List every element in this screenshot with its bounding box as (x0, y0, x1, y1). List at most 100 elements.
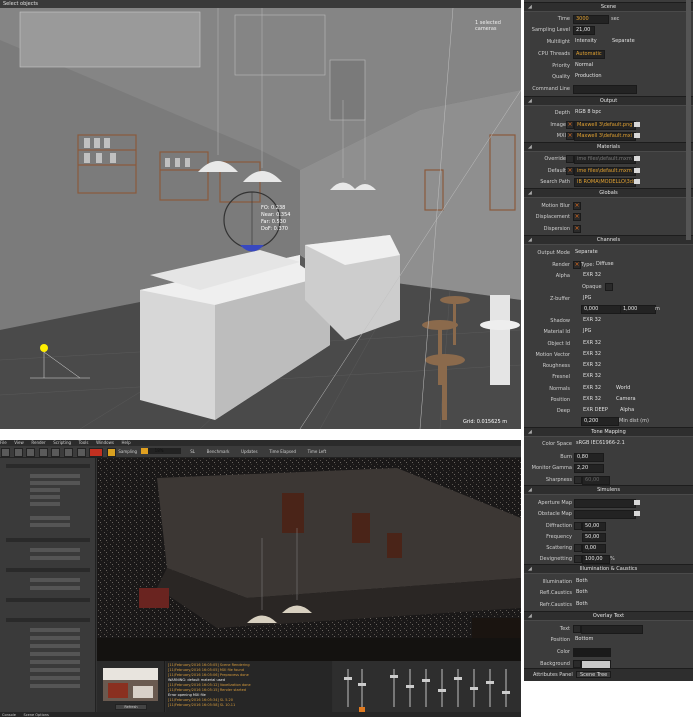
section-simulens[interactable]: ◢ Simulens (524, 485, 693, 495)
option-field[interactable] (30, 668, 80, 672)
default-material-checkbox[interactable]: × (566, 167, 574, 175)
open-icon[interactable] (1, 448, 10, 457)
alpha-format-dropdown[interactable]: EXR 32 (581, 272, 601, 279)
search-path-input[interactable]: IB ROMA\MODELLO\3ds\ (574, 178, 636, 187)
position-format-dropdown[interactable]: EXR 32 (581, 396, 601, 403)
stop-icon[interactable] (51, 448, 61, 457)
deep-format-dropdown[interactable]: EXR DEEP (581, 407, 608, 414)
displacement-checkbox[interactable]: × (573, 213, 581, 221)
option-field[interactable] (30, 644, 80, 648)
fire-icon[interactable] (63, 448, 73, 457)
image-enable-checkbox[interactable]: × (566, 121, 574, 129)
override-checkbox[interactable] (566, 155, 574, 163)
color-space-dropdown[interactable]: sRGB IEC61966-2.1 (574, 440, 625, 447)
depth-dropdown[interactable]: RGB 8 bpc (573, 109, 601, 116)
render-icon[interactable] (26, 448, 36, 457)
sharpness-input[interactable]: 60,00 (582, 476, 610, 485)
opaque-checkbox[interactable] (605, 283, 613, 291)
material-id-format-dropdown[interactable]: JPG (581, 328, 591, 335)
dispersion-checkbox[interactable]: × (573, 225, 581, 233)
cpu-threads-input[interactable]: Automatic (573, 50, 605, 59)
image-path-input[interactable]: Maxwell 3\default.png (574, 121, 636, 130)
menu-file[interactable]: File (0, 440, 7, 445)
priority-dropdown[interactable]: Normal (573, 62, 593, 69)
object-id-format-dropdown[interactable]: EXR 32 (581, 340, 601, 347)
frequency-input[interactable]: 50,00 (582, 533, 606, 542)
section-overlay-text[interactable]: ◢ Overlay Text (524, 611, 693, 621)
deep-mode-dropdown[interactable]: Alpha (618, 407, 634, 414)
option-field[interactable] (30, 556, 80, 560)
overlay-color-swatch[interactable] (573, 648, 611, 657)
stop-render-button[interactable] (89, 448, 104, 457)
overlay-text-input[interactable] (581, 625, 643, 634)
tab-scene-options[interactable]: Scene Options (24, 713, 49, 717)
option-field[interactable] (30, 516, 70, 520)
sampling-level-input[interactable]: 21,00 (573, 26, 595, 35)
attributes-panel-tab[interactable]: Attributes Panel (533, 672, 573, 678)
zbuffer-min-input[interactable]: 0,000 (581, 305, 621, 314)
folder-icon[interactable] (634, 122, 640, 127)
viewport-3d[interactable]: Select objects 1 selected cameras FO: 0.… (0, 0, 521, 429)
menu-view[interactable]: View (14, 440, 24, 445)
option-field[interactable] (30, 474, 80, 478)
refr-caustics-dropdown[interactable]: Both (574, 601, 588, 608)
monitor-gamma-input[interactable]: 2,20 (574, 464, 604, 473)
devignetting-input[interactable]: 100,00 (582, 555, 610, 564)
option-field[interactable] (30, 652, 80, 656)
option-field[interactable] (30, 586, 80, 590)
option-field[interactable] (30, 548, 80, 552)
option-field[interactable] (30, 578, 80, 582)
scattering-input[interactable]: 0,00 (582, 544, 606, 553)
zbuffer-format-dropdown[interactable]: JPG (581, 295, 591, 302)
render-type-dropdown[interactable]: Diffuse (594, 261, 614, 268)
diffraction-checkbox[interactable] (574, 522, 582, 530)
scattering-checkbox[interactable] (574, 544, 582, 552)
save-icon[interactable] (13, 448, 23, 457)
option-field[interactable] (30, 523, 70, 527)
position-space-dropdown[interactable]: Camera (614, 396, 636, 403)
menu-windows[interactable]: Windows (96, 440, 114, 445)
override-path-input[interactable]: ime files\default.mxm (574, 155, 636, 164)
sharpness-checkbox[interactable] (574, 476, 582, 484)
zbuffer-max-input[interactable]: 1,000 (620, 305, 656, 314)
option-field[interactable] (30, 481, 80, 485)
folder-icon[interactable] (634, 133, 640, 138)
section-globals[interactable]: ◢ Globals (524, 188, 693, 198)
multilight-output-dropdown[interactable]: Separate (610, 38, 635, 45)
section-channels[interactable]: ◢ Channels (524, 235, 693, 245)
tab-console[interactable]: Console (2, 713, 16, 717)
section-scene[interactable]: ◢ Scene (524, 2, 693, 12)
normals-space-dropdown[interactable]: World (614, 385, 630, 392)
menu-render[interactable]: Render (31, 440, 45, 445)
option-field[interactable] (30, 495, 60, 499)
obstacle-map-input[interactable] (574, 510, 636, 519)
illumination-dropdown[interactable]: Both (574, 578, 588, 585)
folder-icon[interactable] (634, 168, 640, 173)
menu-help[interactable]: Help (122, 440, 131, 445)
diffraction-input[interactable]: 50,00 (582, 522, 606, 531)
folder-icon[interactable] (634, 156, 640, 161)
output-mode-dropdown[interactable]: Separate (573, 249, 598, 256)
section-tone-mapping[interactable]: ◢ Tone Mapping (524, 427, 693, 437)
motion-blur-checkbox[interactable]: × (573, 202, 581, 210)
menu-scripting[interactable]: Scripting (53, 440, 71, 445)
mxi-enable-checkbox[interactable]: × (566, 132, 574, 140)
overlay-position-dropdown[interactable]: Bottom (573, 636, 593, 643)
option-field[interactable] (30, 660, 80, 664)
quality-dropdown[interactable]: Production (573, 73, 602, 80)
roughness-format-dropdown[interactable]: EXR 32 (581, 362, 601, 369)
motion-vector-format-dropdown[interactable]: EXR 32 (581, 351, 601, 358)
option-field[interactable] (30, 488, 60, 492)
multilight-mode-dropdown[interactable]: Intensity (573, 38, 597, 45)
fresnel-format-dropdown[interactable]: EXR 32 (581, 373, 601, 380)
option-field[interactable] (30, 502, 60, 506)
mxi-path-input[interactable]: Maxwell 3\default.mxi (574, 132, 636, 141)
command-line-input[interactable] (573, 85, 637, 94)
section-output[interactable]: ◢ Output (524, 96, 693, 106)
option-field[interactable] (30, 628, 80, 632)
pause-icon[interactable] (38, 448, 48, 457)
scene-tree-tab[interactable]: Scene Tree (576, 671, 612, 678)
refresh-preview-button[interactable]: Refresh (115, 704, 147, 710)
refl-caustics-dropdown[interactable]: Both (574, 589, 588, 596)
section-illumination[interactable]: ◢ Illumination & Caustics (524, 564, 693, 574)
